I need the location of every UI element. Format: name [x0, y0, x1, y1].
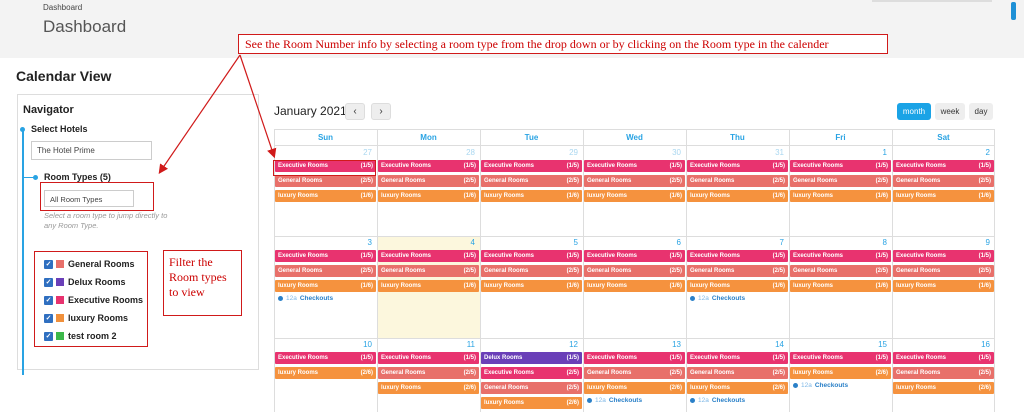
annotation-arrows: [158, 54, 277, 174]
